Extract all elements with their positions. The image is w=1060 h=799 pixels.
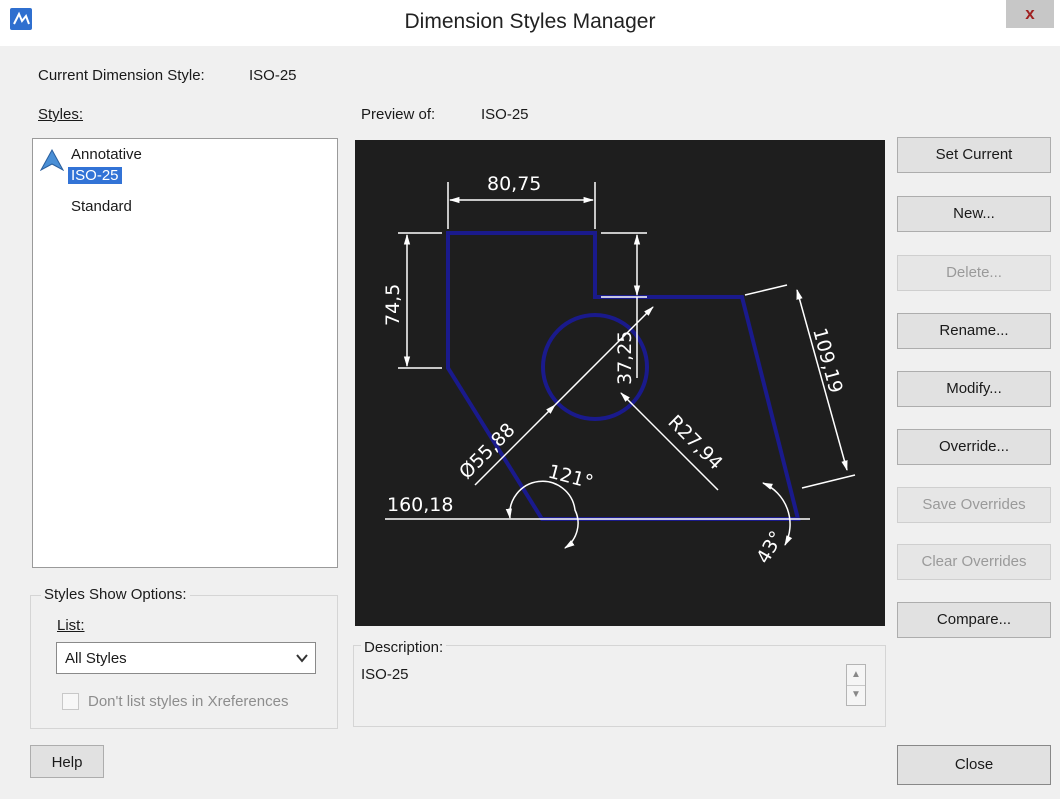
scroll-up-icon[interactable]: ▲	[847, 665, 865, 686]
styles-label: Styles:	[38, 106, 84, 123]
style-item-annotative[interactable]: Annotative	[71, 146, 142, 163]
current-style-value: ISO-25	[249, 67, 297, 84]
preview-dim-height: 74,5	[382, 284, 404, 326]
list-label: List:	[57, 617, 85, 634]
close-button[interactable]: Close	[897, 745, 1051, 785]
chevron-down-icon	[296, 654, 308, 663]
window-close-button[interactable]: x	[1006, 0, 1054, 28]
description-text: ISO-25	[361, 666, 409, 683]
current-style-label: Current Dimension Style:	[38, 67, 205, 84]
compare-button[interactable]: Compare...	[897, 602, 1051, 638]
preview-dim-radius: R27,94	[663, 411, 726, 474]
preview-canvas: 80,75 74,5 37,25 109,19 Ø55,88 R27,94 12…	[355, 140, 885, 626]
rename-button[interactable]: Rename...	[897, 313, 1051, 349]
style-item-iso-25[interactable]: ISO-25	[68, 167, 122, 184]
new-button[interactable]: New...	[897, 196, 1051, 232]
xref-checkbox-label: Don't list styles in Xreferences	[88, 693, 289, 710]
list-filter-dropdown[interactable]: All Styles	[56, 642, 316, 674]
preview-dim-slanted: 109,19	[808, 326, 846, 396]
scroll-down-icon[interactable]: ▼	[847, 685, 865, 705]
styles-show-options-title: Styles Show Options:	[41, 586, 190, 603]
preview-value: ISO-25	[481, 106, 529, 123]
style-item-standard[interactable]: Standard	[71, 198, 132, 215]
delete-button[interactable]: Delete...	[897, 255, 1051, 291]
styles-listbox[interactable]: Annotative ISO-25 Standard	[32, 138, 338, 568]
preview-dim-width: 80,75	[487, 173, 541, 195]
description-label: Description:	[361, 639, 447, 656]
list-filter-value: All Styles	[65, 650, 127, 667]
set-current-button[interactable]: Set Current	[897, 137, 1051, 173]
preview-dim-vertical-small: 37,25	[614, 331, 636, 385]
preview-dim-baseline: 160,18	[387, 494, 453, 516]
preview-dim-angle-left: 121°	[546, 461, 596, 494]
annotative-icon	[40, 149, 64, 171]
description-group	[353, 645, 886, 727]
description-scroll[interactable]: ▲ ▼	[846, 664, 866, 706]
clear-overrides-button[interactable]: Clear Overrides	[897, 544, 1051, 580]
override-button[interactable]: Override...	[897, 429, 1051, 465]
save-overrides-button[interactable]: Save Overrides	[897, 487, 1051, 523]
window-title: Dimension Styles Manager	[404, 10, 656, 33]
help-button[interactable]: Help	[30, 745, 104, 778]
modify-button[interactable]: Modify...	[897, 371, 1051, 407]
preview-dim-angle-right: 43°	[752, 527, 788, 567]
xref-checkbox[interactable]	[62, 693, 79, 710]
preview-label: Preview of:	[361, 106, 436, 123]
